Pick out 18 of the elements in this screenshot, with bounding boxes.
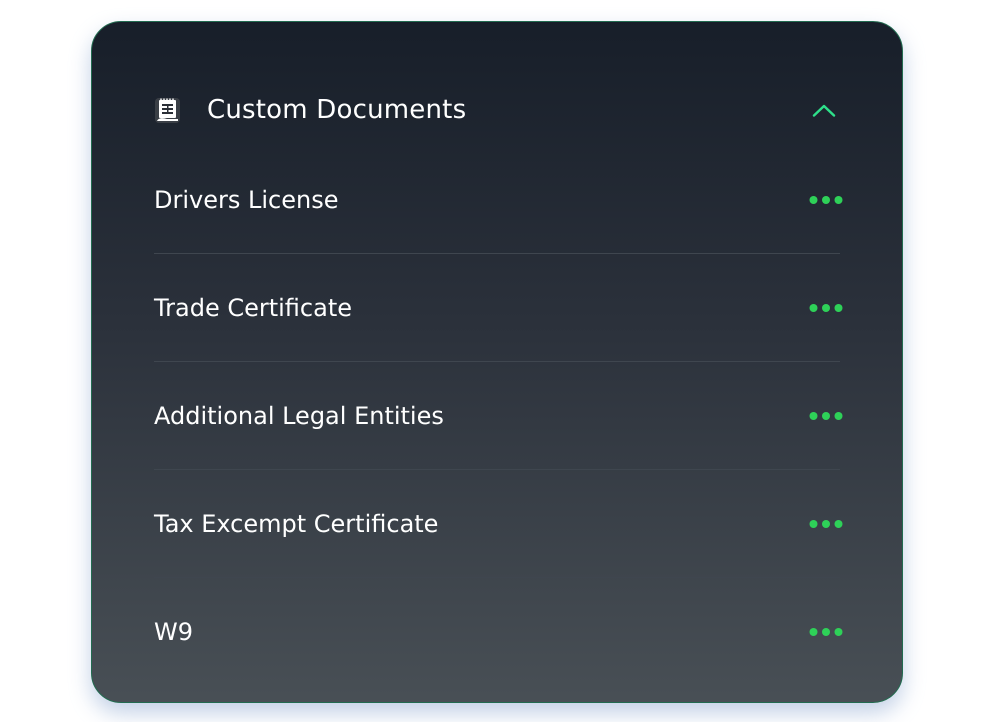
more-icon [809,194,843,204]
more-icon [809,626,843,636]
more-icon [809,302,843,312]
document-name: Additional Legal Entities [154,402,445,430]
more-button[interactable] [809,410,843,420]
more-icon [809,518,843,528]
more-button[interactable] [809,302,843,312]
more-button[interactable] [809,194,843,204]
section-header[interactable]: Custom Documents [154,74,840,146]
document-name: Drivers License [154,186,340,214]
section-title: Custom Documents [207,95,468,125]
document-name: W9 [154,618,194,646]
more-button[interactable] [809,626,843,636]
more-button[interactable] [809,518,843,528]
document-icon [154,96,181,124]
more-icon [809,410,843,420]
document-name: Trade Certificate [154,294,353,322]
document-name: Tax Excempt Certificate [154,510,440,538]
